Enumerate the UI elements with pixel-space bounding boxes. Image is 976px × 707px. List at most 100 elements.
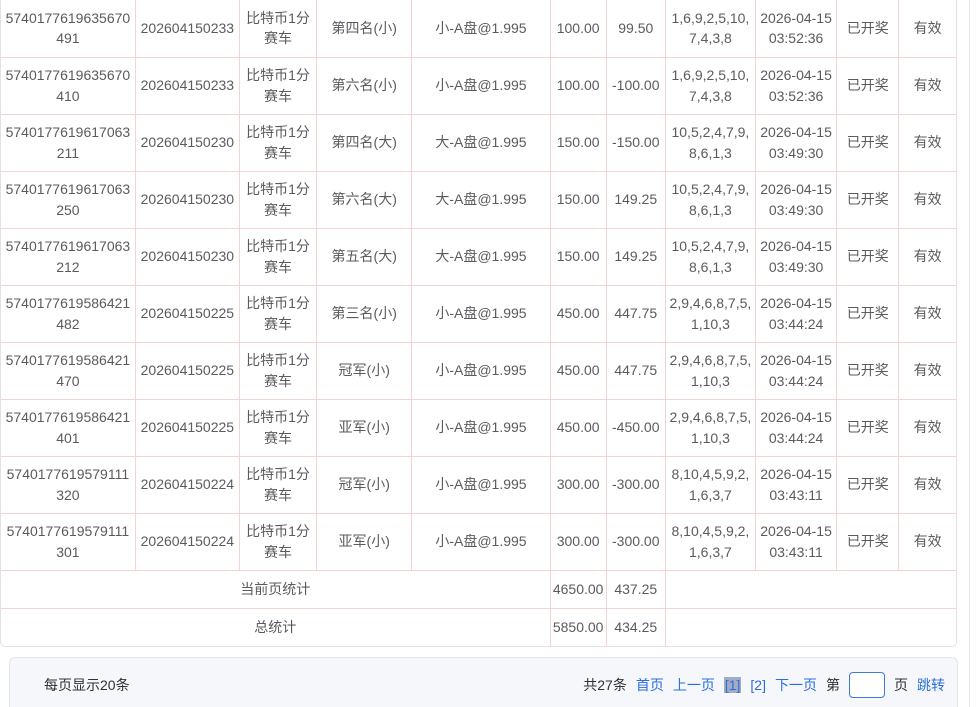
cell-period: 202604150224 [135,513,239,570]
cell-status: 已开奖 [837,399,899,456]
cell-bet_type: 第四名(大) [317,114,412,171]
table-row: 5740177619617063211202604150230比特币1分赛车第四… [1,114,956,171]
cell-period: 202604150233 [135,57,239,114]
cell-result: 1,6,9,2,5,10,7,4,3,8 [665,0,755,57]
cell-bet_type: 亚军(小) [317,399,412,456]
cell-amount: 150.00 [550,228,606,285]
cell-game: 比特币1分赛车 [239,456,316,513]
cell-valid: 有效 [899,399,956,456]
cell-time: 2026-04-15 03:43:11 [756,513,837,570]
cell-amount: 450.00 [550,285,606,342]
cell-amount: 100.00 [550,0,606,57]
page-1-link[interactable]: [1] [724,677,742,693]
cell-result: 8,10,4,5,9,2,1,6,3,7 [665,513,755,570]
cell-status: 已开奖 [837,513,899,570]
page-2-link[interactable]: [2] [750,677,766,693]
cell-game: 比特币1分赛车 [239,171,316,228]
cell-bet_type: 第六名(大) [317,171,412,228]
cell-win_loss: 99.50 [606,0,665,57]
summary-amount: 5850.00 [550,608,606,646]
cell-bet_type: 第六名(小) [317,57,412,114]
table-row: 5740177619586421470202604150225比特币1分赛车冠军… [1,342,956,399]
cell-status: 已开奖 [837,285,899,342]
cell-order_id: 5740177619579111320 [1,456,135,513]
prev-page-link[interactable]: 上一页 [673,675,715,695]
next-page-link[interactable]: 下一页 [775,675,817,695]
first-page-link[interactable]: 首页 [636,675,664,695]
cell-status: 已开奖 [837,114,899,171]
cell-order_id: 5740177619635670410 [1,57,135,114]
cell-time: 2026-04-15 03:52:36 [756,0,837,57]
cell-order_id: 5740177619635670491 [1,0,135,57]
cell-amount: 150.00 [550,171,606,228]
cell-valid: 有效 [899,456,956,513]
summary-label: 总统计 [1,608,550,646]
cell-win_loss: -300.00 [606,456,665,513]
content-container: 5740177619635670491202604150233比特币1分赛车第四… [0,0,970,707]
cell-valid: 有效 [899,0,956,57]
cell-status: 已开奖 [837,228,899,285]
page-jump-input[interactable] [849,672,885,698]
cell-win_loss: -100.00 [606,57,665,114]
page-size-label: 每页显示20条 [44,675,130,695]
cell-game: 比特币1分赛车 [239,228,316,285]
summary-win-loss: 434.25 [606,608,665,646]
cell-period: 202604150233 [135,0,239,57]
bet-records-table: 5740177619635670491202604150233比特币1分赛车第四… [1,0,956,646]
cell-order_id: 5740177619617063250 [1,171,135,228]
table-row: 5740177619635670410202604150233比特币1分赛车第六… [1,57,956,114]
cell-game: 比特币1分赛车 [239,57,316,114]
cell-game: 比特币1分赛车 [239,399,316,456]
cell-time: 2026-04-15 03:49:30 [756,114,837,171]
table-row: 5740177619586421482202604150225比特币1分赛车第三… [1,285,956,342]
cell-amount: 450.00 [550,342,606,399]
bet-records-page: 5740177619635670491202604150233比特币1分赛车第四… [0,0,976,707]
cell-amount: 300.00 [550,513,606,570]
cell-period: 202604150225 [135,342,239,399]
cell-play: 小-A盘@1.995 [412,285,550,342]
summary-amount: 4650.00 [550,570,606,608]
cell-win_loss: 149.25 [606,171,665,228]
jump-suffix-label: 页 [894,675,908,695]
cell-order_id: 5740177619586421470 [1,342,135,399]
jump-link[interactable]: 跳转 [917,675,945,695]
summary-win-loss: 437.25 [606,570,665,608]
cell-bet_type: 第三名(小) [317,285,412,342]
cell-time: 2026-04-15 03:44:24 [756,342,837,399]
cell-game: 比特币1分赛车 [239,513,316,570]
table-row: 5740177619579111320202604150224比特币1分赛车冠军… [1,456,956,513]
cell-valid: 有效 [899,513,956,570]
table-row: 5740177619586421401202604150225比特币1分赛车亚军… [1,399,956,456]
cell-order_id: 5740177619586421482 [1,285,135,342]
cell-result: 2,9,4,6,8,7,5,1,10,3 [665,399,755,456]
cell-game: 比特币1分赛车 [239,342,316,399]
cell-result: 10,5,2,4,7,9,8,6,1,3 [665,228,755,285]
cell-valid: 有效 [899,171,956,228]
cell-period: 202604150224 [135,456,239,513]
pager: 共27条 首页 上一页 [1] [2] 下一页 第 页 跳转 [574,672,945,698]
cell-win_loss: 447.75 [606,285,665,342]
summary-row-current-page: 当前页统计4650.00437.25 [1,570,956,608]
cell-time: 2026-04-15 03:43:11 [756,456,837,513]
table-row: 5740177619579111301202604150224比特币1分赛车亚军… [1,513,956,570]
cell-result: 10,5,2,4,7,9,8,6,1,3 [665,171,755,228]
table-row: 5740177619617063250202604150230比特币1分赛车第六… [1,171,956,228]
cell-win_loss: -450.00 [606,399,665,456]
cell-status: 已开奖 [837,57,899,114]
summary-empty [665,570,956,608]
cell-play: 小-A盘@1.995 [412,342,550,399]
cell-result: 8,10,4,5,9,2,1,6,3,7 [665,456,755,513]
summary-row-total: 总统计5850.00434.25 [1,608,956,646]
total-count-label: 共27条 [583,675,627,695]
cell-bet_type: 冠军(小) [317,342,412,399]
cell-bet_type: 第五名(大) [317,228,412,285]
cell-game: 比特币1分赛车 [239,114,316,171]
cell-valid: 有效 [899,114,956,171]
cell-period: 202604150225 [135,285,239,342]
cell-period: 202604150230 [135,228,239,285]
cell-valid: 有效 [899,342,956,399]
cell-bet_type: 亚军(小) [317,513,412,570]
cell-play: 小-A盘@1.995 [412,456,550,513]
table-row: 5740177619635670491202604150233比特币1分赛车第四… [1,0,956,57]
jump-prefix-label: 第 [826,675,840,695]
